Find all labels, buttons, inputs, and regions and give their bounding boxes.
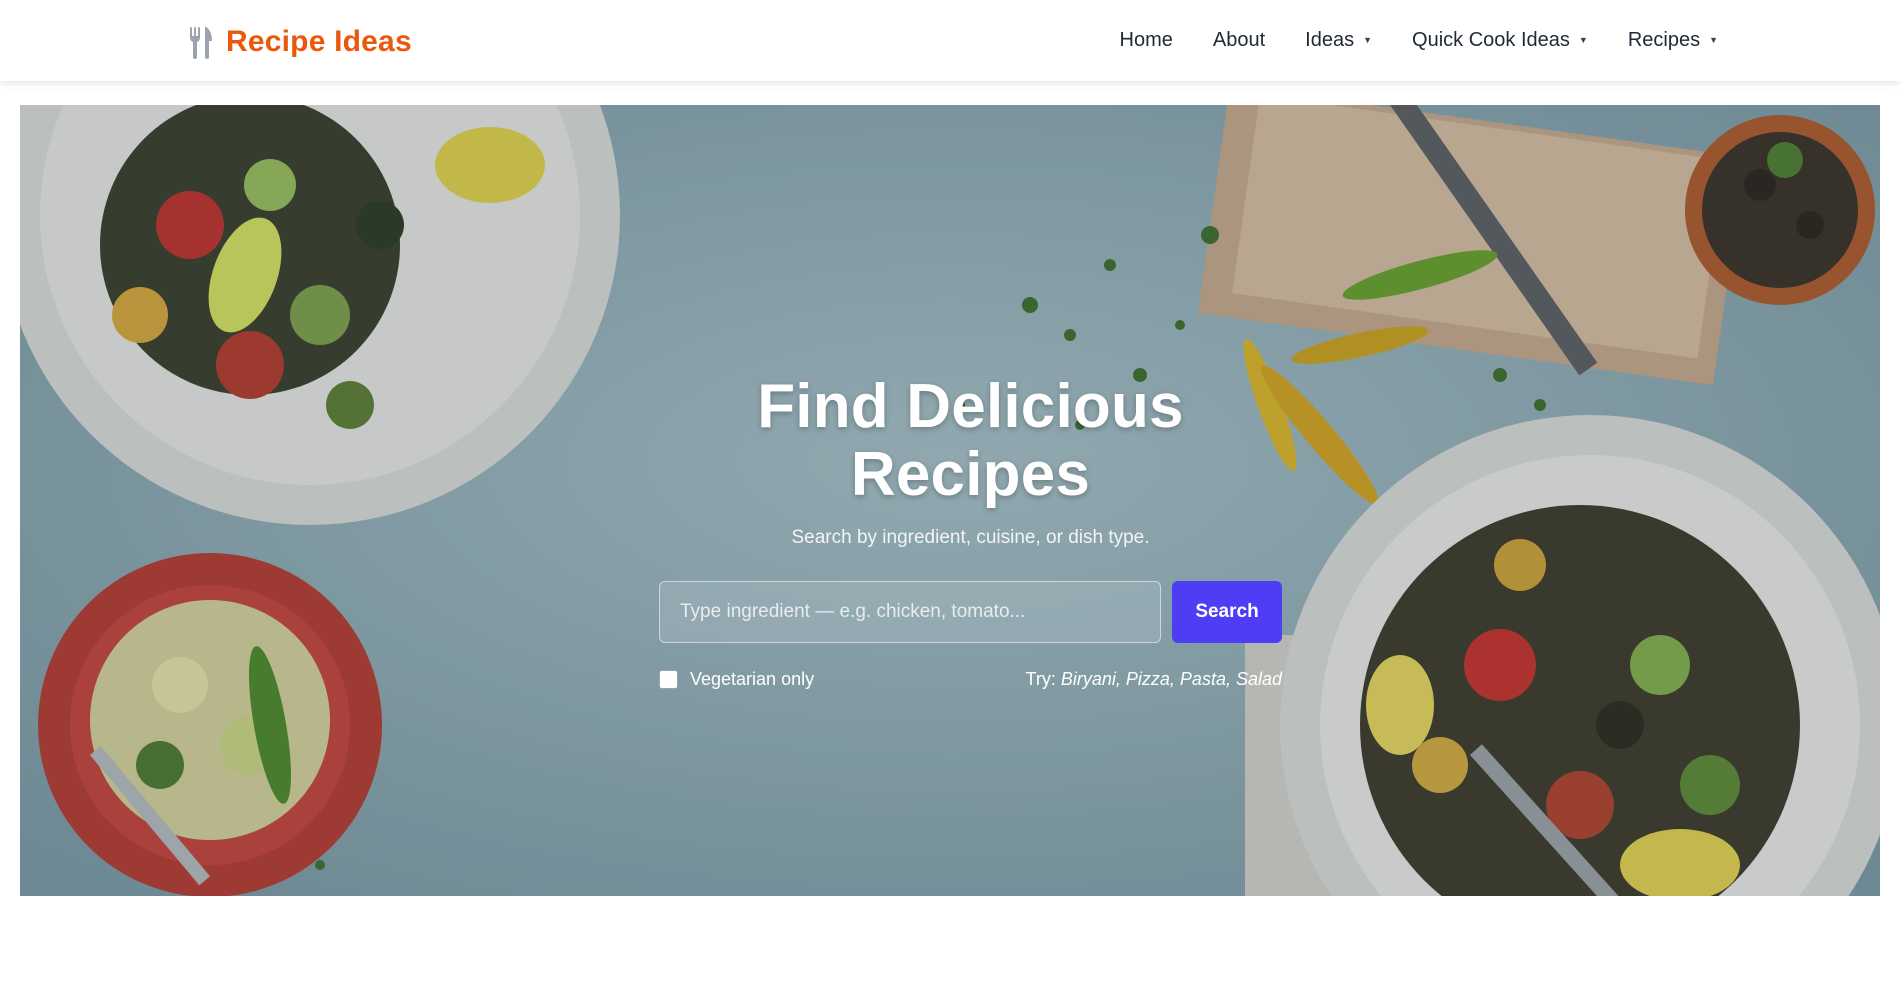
search-row: Search <box>659 581 1282 644</box>
suggestions-list[interactable]: Biryani, Pizza, Pasta, Salad <box>1061 669 1282 689</box>
search-button[interactable]: Search <box>1172 581 1282 644</box>
fork-knife-icon <box>188 25 214 59</box>
search-options-row: Vegetarian only Try: Biryani, Pizza, Pas… <box>659 669 1282 690</box>
suggestions-prefix: Try: <box>1025 669 1056 690</box>
caret-down-icon: ▼ <box>1578 35 1588 45</box>
nav-ideas-dropdown[interactable]: Ideas ▼ <box>1305 29 1372 52</box>
nav-quick-cook-ideas-dropdown[interactable]: Quick Cook Ideas ▼ <box>1412 29 1588 52</box>
nav-about-label: About <box>1212 29 1266 51</box>
brand-logo-link[interactable]: Recipe Ideas <box>188 22 412 62</box>
vegetarian-only-checkbox[interactable]: Vegetarian only <box>659 669 814 690</box>
caret-down-icon: ▼ <box>1363 35 1373 45</box>
hero-search-panel: Find Delicious Recipes Search by ingredi… <box>659 372 1282 690</box>
search-suggestions: Try: Biryani, Pizza, Pasta, Salad <box>1026 669 1282 690</box>
hero-title: Find Delicious Recipes <box>757 372 1184 510</box>
nav-home-label: Home <box>1119 29 1173 51</box>
hero-subtitle: Search by ingredient, cuisine, or dish t… <box>791 527 1150 549</box>
nav-quick-cook-ideas-label: Quick Cook Ideas <box>1412 29 1570 51</box>
main-nav: Home About Ideas ▼ Quick Cook Ideas ▼ Re… <box>1120 0 1718 81</box>
ingredient-search-input[interactable] <box>659 581 1161 644</box>
nav-about[interactable]: About <box>1213 29 1265 52</box>
caret-down-icon: ▼ <box>1709 35 1718 45</box>
brand-name: Recipe Ideas <box>226 25 412 58</box>
nav-ideas-label: Ideas <box>1305 29 1355 51</box>
nav-recipes-label: Recipes <box>1627 29 1701 51</box>
vegetarian-only-label: Vegetarian only <box>690 669 815 690</box>
checkbox-icon[interactable] <box>659 670 678 690</box>
site-header: Recipe Ideas Home About Ideas ▼ Quick Co… <box>0 0 1900 81</box>
hero-banner: Find Delicious Recipes Search by ingredi… <box>20 105 1880 896</box>
nav-recipes-dropdown[interactable]: Recipes ▼ <box>1628 29 1718 52</box>
nav-home[interactable]: Home <box>1120 29 1173 52</box>
